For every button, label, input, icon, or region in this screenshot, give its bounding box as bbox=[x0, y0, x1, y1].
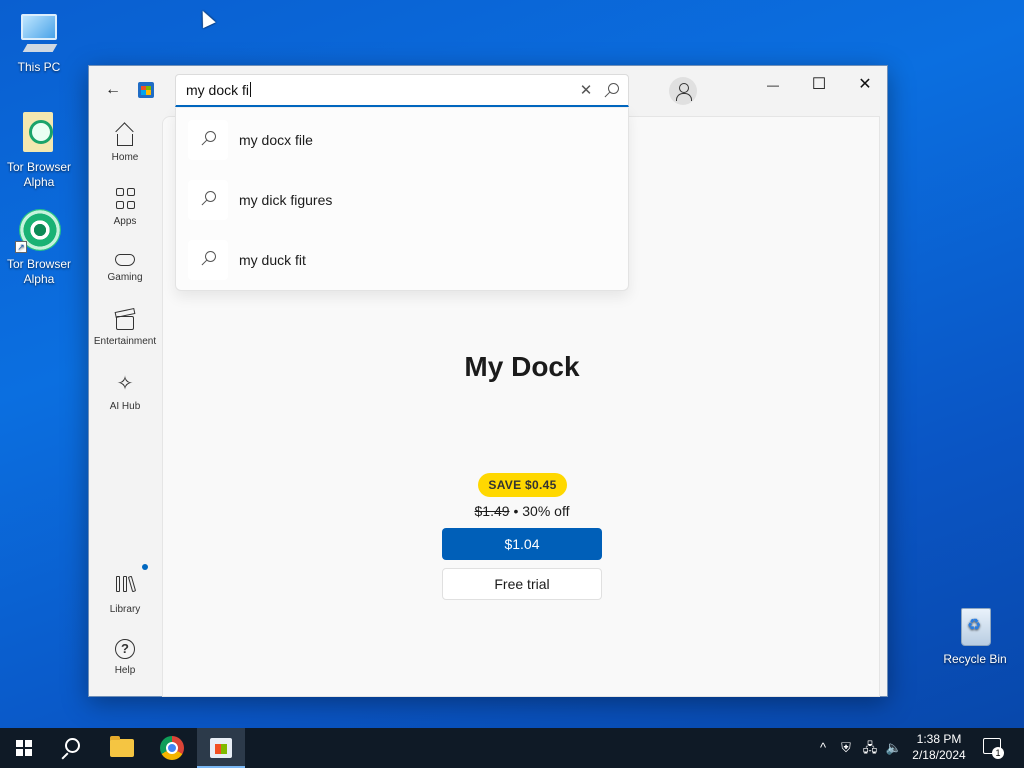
nav-item-ai-hub[interactable]: ✧ AI Hub bbox=[89, 373, 161, 412]
apps-icon bbox=[115, 188, 135, 210]
help-icon: ? bbox=[115, 639, 135, 659]
nav-item-apps[interactable]: Apps bbox=[89, 188, 161, 227]
desktop-icon-label: Recycle Bin bbox=[943, 652, 1007, 666]
minimize-button[interactable]: — bbox=[750, 70, 796, 100]
desktop-icon-label: Tor Browser Alpha bbox=[6, 160, 71, 189]
taskbar-search-button[interactable] bbox=[48, 728, 96, 768]
nav-item-label: Help bbox=[114, 665, 136, 676]
chrome-icon bbox=[160, 736, 184, 760]
entertainment-icon bbox=[116, 316, 134, 330]
recycle-bin-icon: ♻ bbox=[951, 602, 999, 650]
free-trial-button[interactable]: Free trial bbox=[442, 568, 602, 600]
desktop-icon-recycle-bin[interactable]: ♻ Recycle Bin bbox=[937, 602, 1013, 667]
search-box[interactable]: my dock fi ✕ bbox=[175, 74, 629, 107]
nav-item-label: Gaming bbox=[107, 272, 143, 283]
desktop-icon-tor-shortcut[interactable]: ↗ Tor Browser Alpha bbox=[1, 207, 77, 287]
search-input[interactable]: my dock fi bbox=[186, 82, 546, 98]
price-line: $1.49 • 30% off bbox=[163, 503, 881, 519]
search-suggestions: my docx file my dick figures my duck fit bbox=[175, 108, 629, 291]
gaming-icon bbox=[115, 254, 135, 266]
nav-item-label: Entertainment bbox=[93, 336, 157, 347]
suggestion-text: my docx file bbox=[239, 132, 313, 148]
nav-item-label: Home bbox=[111, 152, 139, 163]
search-icon bbox=[188, 180, 228, 220]
account-avatar-icon[interactable] bbox=[669, 77, 697, 105]
mouse-cursor-icon bbox=[196, 7, 216, 29]
store-window: ← my dock fi ✕ — ☐ ✕ Home Apps Gaming En… bbox=[88, 65, 888, 697]
suggestion-item[interactable]: my duck fit bbox=[176, 230, 628, 290]
desktop-icon-label: This PC bbox=[17, 60, 61, 74]
nav-item-library[interactable]: Library bbox=[89, 564, 161, 615]
search-icon bbox=[188, 240, 228, 280]
notification-count: 1 bbox=[992, 747, 1004, 759]
tor-shortcut-icon: ↗ bbox=[15, 207, 63, 255]
nav-item-label: Apps bbox=[113, 216, 137, 227]
nav-item-help[interactable]: ? Help bbox=[89, 639, 161, 676]
discount-text: • 30% off bbox=[509, 503, 570, 519]
suggestion-item[interactable]: my dick figures bbox=[176, 170, 628, 230]
chevron-up-icon[interactable]: ^ bbox=[814, 728, 832, 768]
back-arrow-icon[interactable]: ← bbox=[101, 78, 125, 102]
network-icon[interactable]: 🖧 bbox=[861, 728, 879, 768]
store-logo-icon bbox=[138, 82, 154, 98]
search-icon bbox=[188, 120, 228, 160]
search-icon[interactable] bbox=[602, 81, 622, 101]
nav-item-entertainment[interactable]: Entertainment bbox=[89, 310, 161, 347]
clock-time: 1:38 PM bbox=[916, 732, 962, 746]
nav-rail: Home Apps Gaming Entertainment ✧ AI Hub … bbox=[89, 114, 161, 697]
tor-folder-icon bbox=[15, 110, 63, 158]
taskbar-file-explorer[interactable] bbox=[98, 728, 146, 768]
windows-logo-icon bbox=[16, 740, 32, 756]
suggestion-text: my duck fit bbox=[239, 252, 306, 268]
close-button[interactable]: ✕ bbox=[842, 70, 888, 100]
sparkle-icon: ✧ bbox=[116, 373, 134, 395]
update-dot-icon bbox=[142, 564, 148, 570]
nav-item-home[interactable]: Home bbox=[89, 124, 161, 163]
desktop-icon-this-pc[interactable]: This PC bbox=[1, 10, 77, 75]
title-bar: ← my dock fi ✕ — ☐ ✕ bbox=[89, 66, 887, 114]
desktop-icon-tor-folder[interactable]: Tor Browser Alpha bbox=[1, 110, 77, 190]
start-button[interactable] bbox=[0, 728, 48, 768]
taskbar-chrome[interactable] bbox=[148, 728, 196, 768]
volume-muted-icon[interactable]: 🔈 bbox=[885, 728, 903, 768]
clock[interactable]: 1:38 PM 2/18/2024 bbox=[905, 731, 973, 763]
library-icon bbox=[114, 575, 137, 598]
home-icon bbox=[117, 134, 133, 146]
suggestion-item[interactable]: my docx file bbox=[176, 110, 628, 170]
desktop-icon-label: Tor Browser Alpha bbox=[6, 257, 71, 286]
clock-date: 2/18/2024 bbox=[912, 748, 966, 762]
taskbar: ^ ⛨ 🖧 🔈 1:38 PM 2/18/2024 1 bbox=[0, 728, 1024, 768]
taskbar-store[interactable] bbox=[197, 728, 245, 768]
folder-icon bbox=[110, 736, 134, 757]
clear-search-icon[interactable]: ✕ bbox=[576, 81, 596, 101]
nav-item-label: Library bbox=[109, 604, 141, 615]
old-price: $1.49 bbox=[474, 503, 510, 519]
store-icon bbox=[210, 738, 232, 758]
suggestion-text: my dick figures bbox=[239, 192, 333, 208]
maximize-button[interactable]: ☐ bbox=[796, 70, 842, 100]
nav-item-label: AI Hub bbox=[109, 401, 141, 412]
search-icon bbox=[65, 738, 80, 753]
save-badge: SAVE $0.45 bbox=[478, 473, 567, 497]
computer-icon bbox=[15, 10, 63, 58]
nav-item-gaming[interactable]: Gaming bbox=[89, 248, 161, 283]
buy-button[interactable]: $1.04 bbox=[442, 528, 602, 560]
security-icon[interactable]: ⛨ bbox=[837, 728, 855, 768]
page-title: My Dock bbox=[464, 351, 580, 382]
